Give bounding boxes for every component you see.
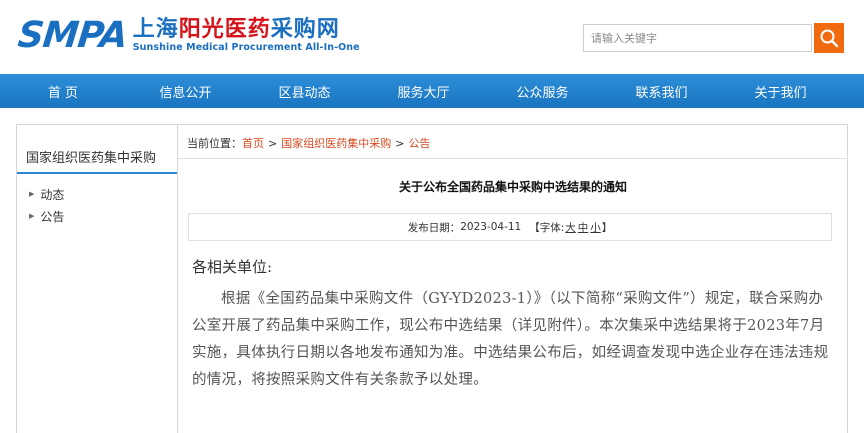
nav-item-service-hall[interactable]: 服务大厅 [364, 74, 483, 108]
breadcrumb-separator: > [395, 136, 405, 150]
logo-english: Sunshine Medical Procurement All-In-One [132, 42, 360, 53]
nav-item-district-news[interactable]: 区县动态 [245, 74, 364, 108]
font-size-large-link[interactable]: 大 [565, 220, 576, 235]
article-salutation: 各相关单位: [192, 258, 273, 276]
logo-cn-part3: 采购网 [270, 16, 340, 42]
breadcrumb-label: 当前位置： [187, 137, 242, 150]
main-content: 当前位置： 首页 > 国家组织医药集中采购 > 公告 关于公布全国药品集中采购中… [178, 124, 848, 433]
article-body: 根据《全国药品集中采购文件（GY-YD2023-1）》（以下简称“采购文件”）规… [192, 291, 829, 388]
nav-item-info-disclosure[interactable]: 信息公开 [126, 74, 245, 108]
caret-right-icon: ▶ [29, 212, 35, 220]
breadcrumb-separator: > [268, 136, 278, 150]
logo-text: 上海阳光医药采购网 Sunshine Medical Procurement A… [133, 16, 360, 54]
sidebar-list: ▶ 动态 ▶ 公告 [17, 183, 177, 227]
logo-smpa: SMPA [15, 15, 129, 56]
search-icon [820, 29, 839, 48]
nav-item-about[interactable]: 关于我们 [721, 74, 840, 108]
font-size-medium-link[interactable]: 中 [578, 220, 589, 235]
search-input[interactable] [584, 25, 811, 51]
breadcrumb-current[interactable]: 公告 [408, 135, 430, 151]
site-logo[interactable]: SMPA 上海阳光医药采购网 Sunshine Medical Procurem… [15, 15, 360, 60]
breadcrumb-home[interactable]: 首页 [242, 135, 264, 151]
font-size-close: 】 [601, 221, 613, 234]
search-box [583, 24, 812, 52]
logo-cn-part2: 阳光医药 [178, 16, 271, 42]
sidebar-title: 国家组织医药集中采购 [17, 148, 177, 174]
breadcrumb: 当前位置： 首页 > 国家组织医药集中采购 > 公告 [187, 135, 430, 151]
search-button[interactable] [814, 23, 844, 53]
logo-cn-part1: 上海 [132, 16, 179, 42]
article-title: 关于公布全国药品集中采购中选结果的通知 [398, 180, 627, 194]
breadcrumb-category[interactable]: 国家组织医药集中采购 [281, 135, 391, 151]
font-size-label: 【字体: [529, 221, 565, 234]
nav-item-home[interactable]: 首 页 [0, 74, 126, 108]
caret-right-icon: ▶ [29, 190, 35, 198]
sidebar-item-label: 公告 [40, 209, 65, 224]
main-nav: 首 页 信息公开 区县动态 服务大厅 公众服务 联系我们 关于我们 [0, 74, 864, 108]
font-size-small-link[interactable]: 小 [590, 220, 601, 235]
sidebar: 国家组织医药集中采购 ▶ 动态 ▶ 公告 [16, 124, 178, 433]
sidebar-item-announcement[interactable]: ▶ 公告 [17, 205, 177, 227]
date-label: 发布日期： [407, 221, 461, 234]
article-meta: 发布日期： 2023-04-11 【字体: 大 中 小 】 [188, 213, 832, 241]
nav-item-contact[interactable]: 联系我们 [602, 74, 721, 108]
logo-chinese: 上海阳光医药采购网 [133, 16, 360, 42]
sidebar-item-news[interactable]: ▶ 动态 [17, 183, 177, 205]
nav-item-public-service[interactable]: 公众服务 [483, 74, 602, 108]
header: SMPA 上海阳光医药采购网 Sunshine Medical Procurem… [0, 0, 864, 74]
divider [178, 158, 848, 159]
sidebar-item-label: 动态 [40, 187, 65, 202]
publish-date: 2023-04-11 [460, 221, 522, 233]
